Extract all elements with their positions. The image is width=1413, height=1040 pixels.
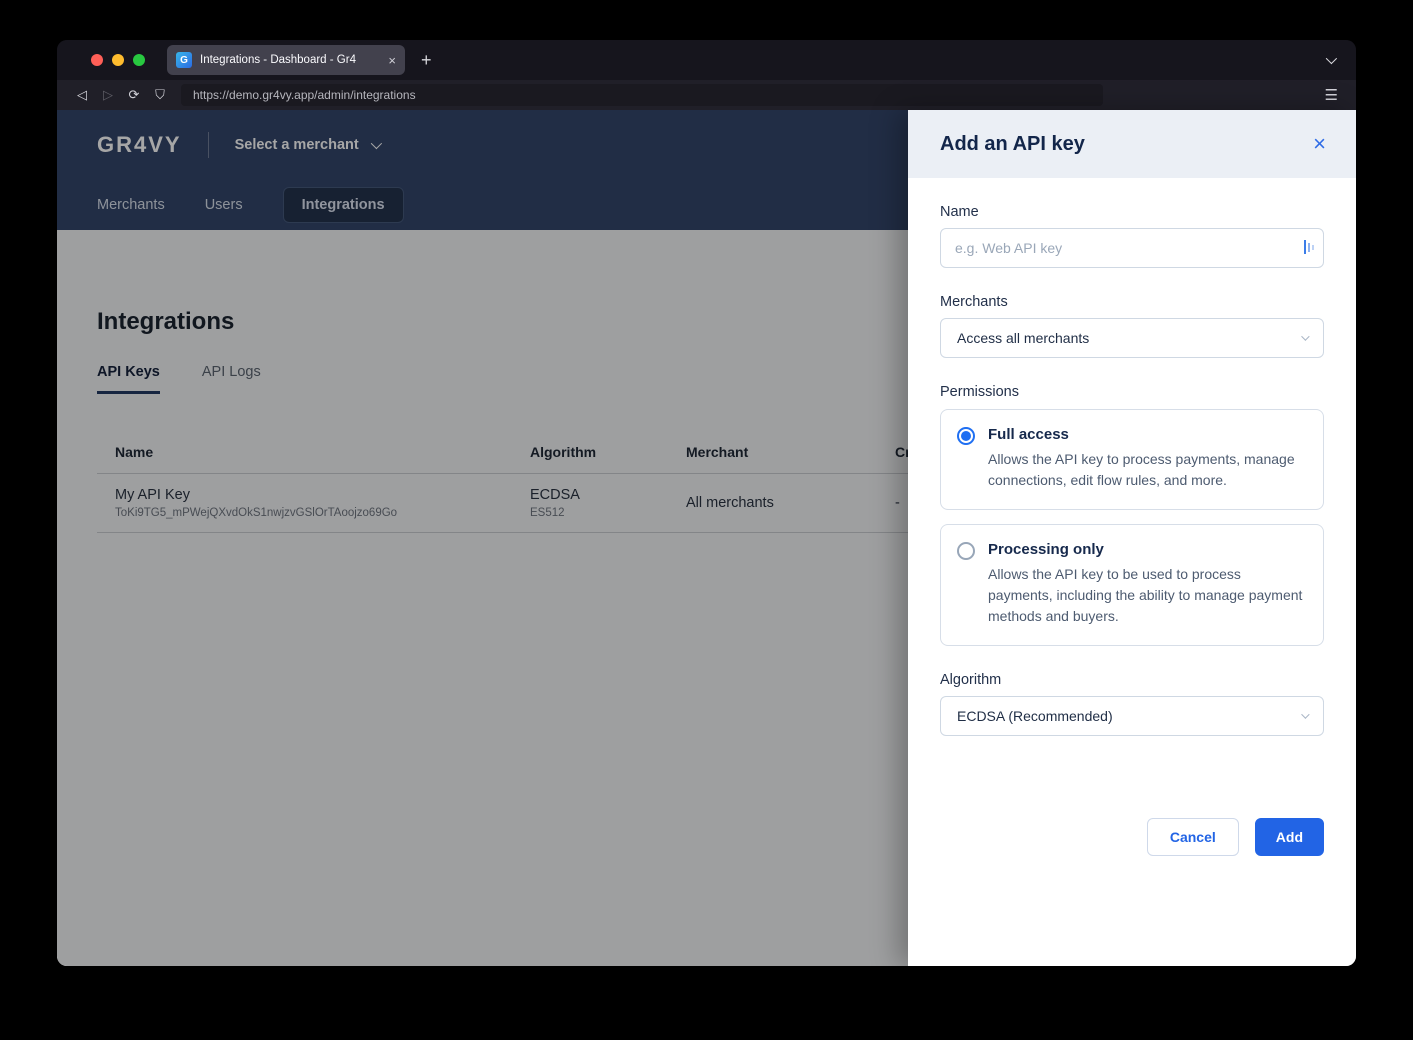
page-content: GR4VY Select a merchant Merchants Users … <box>57 110 1356 966</box>
text-cursor-icon <box>1302 238 1316 256</box>
drawer-footer: Cancel Add <box>940 818 1324 856</box>
tab-title: Integrations - Dashboard - Gr4 <box>200 54 380 66</box>
merchants-select-value: Access all merchants <box>957 330 1089 346</box>
add-button[interactable]: Add <box>1255 818 1324 856</box>
permission-description: Allows the API key to process payments, … <box>988 449 1305 491</box>
permission-title: Processing only <box>988 541 1305 558</box>
permission-title: Full access <box>988 426 1305 443</box>
permission-description: Allows the API key to be used to process… <box>988 564 1305 627</box>
tab-list-chevron-icon[interactable] <box>1326 51 1334 69</box>
new-tab-button[interactable]: + <box>421 50 432 71</box>
permission-option-full-access[interactable]: Full access Allows the API key to proces… <box>940 409 1324 510</box>
merchants-label: Merchants <box>940 294 1324 310</box>
name-label: Name <box>940 204 1324 220</box>
browser-window: G Integrations - Dashboard - Gr4 × + ◁ ▷… <box>57 40 1356 966</box>
drawer-body: Name Merchants Access all merchants Perm… <box>908 178 1356 966</box>
chevron-down-icon <box>1301 710 1309 718</box>
url-text: https://demo.gr4vy.app/admin/integration… <box>193 88 416 102</box>
reload-icon[interactable]: ⟳ <box>121 87 147 103</box>
radio-full-access[interactable] <box>957 427 975 445</box>
drawer-header: Add an API key × <box>908 110 1356 178</box>
close-window-button[interactable] <box>91 54 103 66</box>
tab-close-icon[interactable]: × <box>388 53 396 68</box>
drawer-title: Add an API key <box>940 133 1085 156</box>
window-controls <box>91 54 145 66</box>
site-favicon-icon: G <box>176 52 192 68</box>
algorithm-label: Algorithm <box>940 672 1324 688</box>
radio-processing-only[interactable] <box>957 542 975 560</box>
algorithm-select-value: ECDSA (Recommended) <box>957 708 1113 724</box>
algorithm-select[interactable]: ECDSA (Recommended) <box>940 696 1324 736</box>
tab-bar: G Integrations - Dashboard - Gr4 × + <box>57 40 1356 80</box>
browser-toolbar: ◁ ▷ ⟳ ⛉ https://demo.gr4vy.app/admin/int… <box>57 80 1356 110</box>
bookmark-icon[interactable]: ⛉ <box>147 87 173 103</box>
cancel-button[interactable]: Cancel <box>1147 818 1239 856</box>
permissions-label: Permissions <box>940 384 1324 400</box>
merchants-select[interactable]: Access all merchants <box>940 318 1324 358</box>
chevron-down-icon <box>1301 332 1309 340</box>
menu-icon[interactable]: ☰ <box>1325 86 1338 104</box>
permission-option-processing-only[interactable]: Processing only Allows the API key to be… <box>940 524 1324 646</box>
close-icon[interactable]: × <box>1313 133 1326 155</box>
add-api-key-drawer: Add an API key × Name Merchants Access a… <box>908 110 1356 966</box>
zoom-window-button[interactable] <box>133 54 145 66</box>
name-input[interactable] <box>940 228 1324 268</box>
address-bar[interactable]: https://demo.gr4vy.app/admin/integration… <box>181 84 1103 106</box>
back-icon[interactable]: ◁ <box>69 87 95 103</box>
forward-icon[interactable]: ▷ <box>95 87 121 103</box>
minimize-window-button[interactable] <box>112 54 124 66</box>
browser-tab[interactable]: G Integrations - Dashboard - Gr4 × <box>167 45 405 75</box>
